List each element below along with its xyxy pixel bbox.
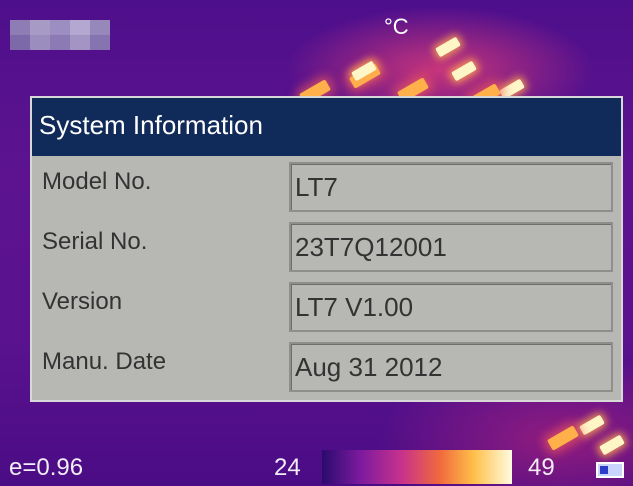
dialog-title: System Information — [32, 98, 621, 156]
serial-label: Serial No. — [42, 228, 148, 255]
model-field: LT7 — [289, 162, 613, 212]
heat-spot — [579, 414, 605, 436]
model-label: Model No. — [42, 168, 152, 195]
temperature-unit: °C — [384, 14, 409, 39]
emissivity-readout: e=0.96 — [9, 454, 84, 481]
info-row-version: Version LT7 V1.00 — [32, 276, 621, 336]
manu-date-field: Aug 31 2012 — [289, 342, 613, 392]
manu-date-label: Manu. Date — [42, 348, 167, 375]
heat-spot — [435, 36, 461, 58]
color-scale-bar — [322, 450, 512, 484]
thermal-view: °C System Information Model No. LT7 Seri… — [0, 0, 633, 486]
system-information-dialog: System Information Model No. LT7 Serial … — [30, 96, 623, 402]
status-bar: e=0.96 24 49 — [0, 448, 633, 486]
scale-max-value: 49 — [528, 454, 555, 481]
version-label: Version — [42, 288, 123, 315]
info-row-serial: Serial No. 23T7Q12001 — [32, 216, 621, 276]
pixelated-region — [10, 20, 110, 50]
info-row-manu-date: Manu. Date Aug 31 2012 — [32, 336, 621, 396]
heat-spot — [547, 425, 579, 451]
heat-spot — [451, 60, 477, 82]
battery-icon — [596, 462, 624, 478]
serial-field: 23T7Q12001 — [289, 222, 613, 272]
info-row-model: Model No. LT7 — [32, 156, 621, 216]
scale-min-value: 24 — [274, 454, 301, 481]
version-field: LT7 V1.00 — [289, 282, 613, 332]
